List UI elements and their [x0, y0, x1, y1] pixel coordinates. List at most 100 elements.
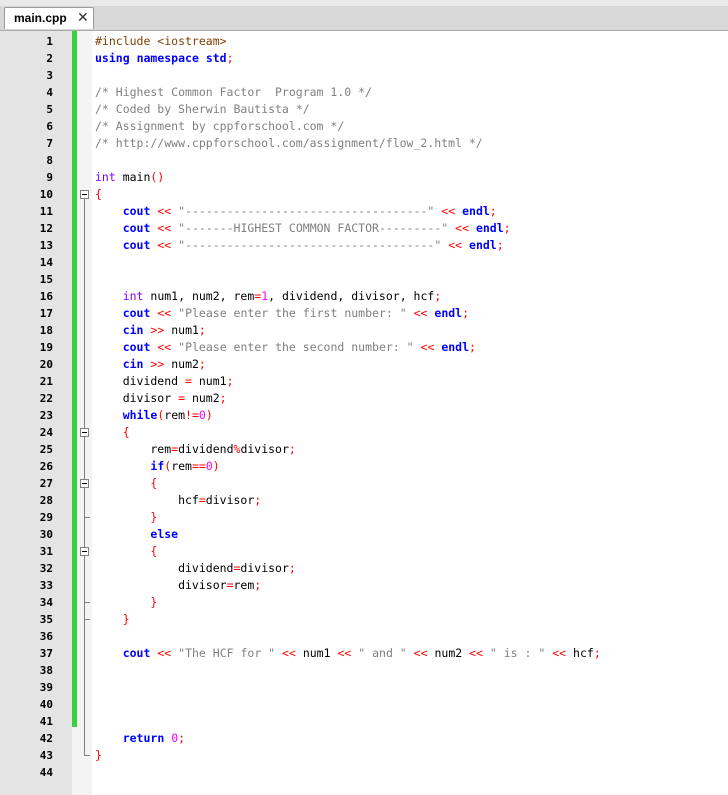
code-line[interactable]: 44 [0, 764, 728, 781]
code-text: while(rem!=0) [122, 408, 213, 422]
code-line[interactable]: 24 { [0, 424, 728, 441]
code-text: } [150, 595, 158, 609]
line-number: 6 [46, 120, 53, 133]
close-icon[interactable]: ✕ [77, 8, 89, 28]
line-number: 5 [46, 103, 53, 116]
code-text: /* Coded by Sherwin Bautista */ [95, 102, 310, 116]
line-number: 42 [39, 732, 53, 745]
code-line[interactable]: 1 #include <iostream> [0, 33, 728, 50]
code-editor[interactable]: 1 #include <iostream> 2 using namespace std… [0, 31, 728, 795]
line-number: 36 [39, 630, 53, 643]
fold-end-marker [84, 602, 90, 603]
line-number: 26 [39, 460, 53, 473]
line-number: 35 [39, 613, 53, 626]
line-number: 44 [39, 766, 53, 779]
line-number: 11 [39, 205, 53, 218]
code-line[interactable]: 38 [0, 662, 728, 679]
line-number: 7 [46, 137, 53, 150]
code-line[interactable]: 16 int num1, num2, rem=1, dividend, divi… [0, 288, 728, 305]
fold-end-marker [84, 517, 90, 518]
code-line[interactable]: 28 hcf=divisor; [0, 492, 728, 509]
fold-toggle-icon[interactable] [80, 428, 89, 437]
line-number: 15 [39, 273, 53, 286]
code-text: } [122, 612, 130, 626]
line-number: 18 [39, 324, 53, 337]
line-number: 31 [39, 545, 53, 558]
code-line[interactable]: 37 cout << "The HCF for " << num1 << " a… [0, 645, 728, 662]
code-text: { [122, 425, 130, 439]
code-text: { [150, 544, 158, 558]
fold-end-marker [84, 619, 90, 620]
code-line[interactable]: 26 if(rem==0) [0, 458, 728, 475]
line-number: 12 [39, 222, 53, 235]
code-line[interactable]: 36 [0, 628, 728, 645]
code-text: cin >> num1; [122, 323, 206, 337]
code-line[interactable]: 5 /* Coded by Sherwin Bautista */ [0, 101, 728, 118]
line-number: 20 [39, 358, 53, 371]
code-line[interactable]: 15 [0, 271, 728, 288]
code-line[interactable]: 25 rem=dividend%divisor; [0, 441, 728, 458]
code-text: cin >> num2; [122, 357, 206, 371]
fold-toggle-icon[interactable] [80, 547, 89, 556]
code-line[interactable]: 22 divisor = num2; [0, 390, 728, 407]
code-line[interactable]: 2 using namespace std; [0, 50, 728, 67]
code-text: else [150, 527, 179, 541]
code-line[interactable]: 41 [0, 713, 728, 730]
code-text: #include <iostream> [95, 34, 227, 48]
line-number: 40 [39, 698, 53, 711]
code-line[interactable]: 8 [0, 152, 728, 169]
code-text: } [150, 510, 158, 524]
code-line[interactable]: 33 divisor=rem; [0, 577, 728, 594]
code-line[interactable]: 23 while(rem!=0) [0, 407, 728, 424]
code-line[interactable]: 34 } [0, 594, 728, 611]
fold-toggle-icon[interactable] [80, 190, 89, 199]
code-line[interactable]: 43} [0, 747, 728, 764]
code-line[interactable]: 27 { [0, 475, 728, 492]
line-number: 13 [39, 239, 53, 252]
code-line[interactable]: 31 { [0, 543, 728, 560]
code-line[interactable]: 12 cout << "-------HIGHEST COMMON FACTOR… [0, 220, 728, 237]
code-text: divisor=rem; [95, 578, 262, 592]
code-line[interactable]: 17 cout << "Please enter the first numbe… [0, 305, 728, 322]
code-line[interactable]: 4 /* Highest Common Factor Program 1.0 */ [0, 84, 728, 101]
tab-main-cpp[interactable]: main.cpp ✕ [4, 7, 94, 29]
code-text: int num1, num2, rem=1, dividend, divisor… [122, 289, 442, 303]
code-line[interactable]: 35 } [0, 611, 728, 628]
code-text: divisor = num2; [95, 391, 227, 405]
code-line[interactable]: 21 dividend = num1; [0, 373, 728, 390]
code-text: cout << "The HCF for " << num1 << " and … [122, 646, 601, 660]
code-line[interactable]: 6 /* Assignment by cppforschool.com */ [0, 118, 728, 135]
line-number: 19 [39, 341, 53, 354]
code-line[interactable]: 11 cout << "----------------------------… [0, 203, 728, 220]
code-line[interactable]: 42 return 0; [0, 730, 728, 747]
code-line[interactable]: 30 else [0, 526, 728, 543]
line-number: 2 [46, 52, 53, 65]
code-line[interactable]: 14 [0, 254, 728, 271]
fold-toggle-icon[interactable] [80, 479, 89, 488]
line-number: 8 [46, 154, 53, 167]
code-line[interactable]: 20 cin >> num2; [0, 356, 728, 373]
line-number: 25 [39, 443, 53, 456]
code-line[interactable]: 3 [0, 67, 728, 84]
code-text: cout << "-------HIGHEST COMMON FACTOR---… [122, 221, 511, 235]
code-line[interactable]: 39 [0, 679, 728, 696]
code-line[interactable]: 7 /* http://www.cppforschool.com/assignme… [0, 135, 728, 152]
code-line[interactable]: 29 } [0, 509, 728, 526]
code-text: /* Highest Common Factor Program 1.0 */ [95, 85, 372, 99]
line-number: 37 [39, 647, 53, 660]
line-number: 32 [39, 562, 53, 575]
code-text: { [95, 187, 102, 201]
line-number: 27 [39, 477, 53, 490]
code-line[interactable]: 40 [0, 696, 728, 713]
code-line[interactable]: 9 int main() [0, 169, 728, 186]
code-line[interactable]: 19 cout << "Please enter the second numb… [0, 339, 728, 356]
code-line[interactable]: 18 cin >> num1; [0, 322, 728, 339]
line-number: 38 [39, 664, 53, 677]
code-line[interactable]: 32 dividend=divisor; [0, 560, 728, 577]
fold-end-marker [84, 755, 90, 756]
line-number: 28 [39, 494, 53, 507]
code-line[interactable]: 13 cout << "----------------------------… [0, 237, 728, 254]
code-text: { [150, 476, 158, 490]
code-line[interactable]: 10 { [0, 186, 728, 203]
line-number: 22 [39, 392, 53, 405]
